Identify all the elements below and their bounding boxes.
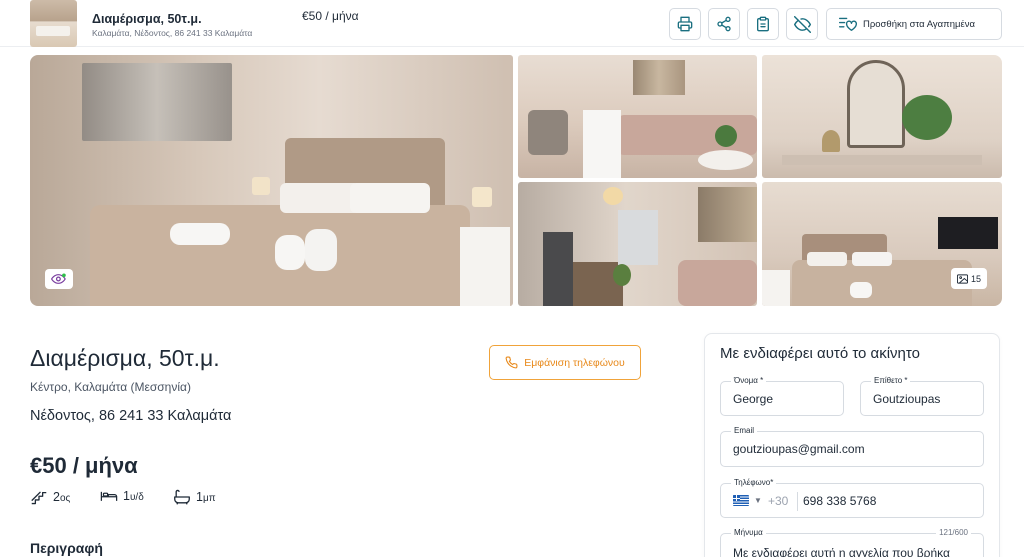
print-icon (677, 16, 693, 32)
bathrooms-value: 1 (196, 490, 203, 504)
bedrooms-unit: υ/δ (129, 492, 144, 503)
main-photo-bedroom[interactable] (30, 55, 513, 306)
email-field[interactable]: Email goutzioupas@gmail.com (720, 426, 984, 467)
favorites-label: Προσθήκη στα Αγαπημένα (863, 18, 975, 30)
stairs-icon (31, 491, 47, 505)
show-phone-label: Εμφάνιση τηλεφώνου (524, 356, 625, 369)
email-label: Email (731, 426, 758, 435)
clipboard-icon (757, 16, 769, 32)
dial-code: +30 (768, 494, 789, 508)
bathrooms-feature: 1μπ (173, 489, 216, 505)
phone-value[interactable]: 698 338 5768 (803, 494, 876, 508)
heart-list-icon (839, 17, 857, 31)
contact-heading: Με ενδιαφέρει αυτό το ακίνητο (720, 345, 920, 362)
phone-label: Τηλέφωνο* (731, 478, 777, 487)
last-name-value[interactable]: Goutzioupas (873, 392, 940, 406)
floor-value: 2 (53, 490, 60, 504)
eye-icon (51, 273, 66, 284)
chevron-down-icon[interactable]: ▼ (754, 496, 762, 505)
bathtub-icon (174, 489, 190, 505)
header-subtitle: Καλαμάτα, Νέδοντος, 86 241 33 Καλαμάτα (92, 28, 253, 38)
first-name-field[interactable]: Όνομα * George (720, 376, 844, 416)
bedrooms-feature: 1υ/δ (100, 489, 144, 503)
show-phone-button[interactable]: Εμφάνιση τηλεφώνου (489, 345, 641, 380)
listing-address: Νέδοντος, 86 241 33 Καλαμάτα (30, 408, 232, 424)
description-heading: Περιγραφή (30, 540, 103, 556)
listing-location: Κέντρο, Καλαμάτα (Μεσσηνία) (30, 380, 191, 394)
sticky-header: Διαμέρισμα, 50τ.μ. Καλαμάτα, Νέδοντος, 8… (0, 0, 1024, 47)
message-field[interactable]: Μήνυμα 121/600 Με ενδιαφέρει αυτή η αγγε… (720, 528, 984, 557)
viewed-badge[interactable] (45, 269, 73, 289)
listing-thumbnail[interactable] (30, 0, 77, 47)
greece-flag-icon[interactable] (733, 495, 749, 506)
message-label: Μήνυμα (731, 528, 766, 537)
floor-unit: ος (59, 493, 71, 504)
header-title: Διαμέρισμα, 50τ.μ. (92, 12, 202, 26)
header-price: €50 / μήνα (302, 9, 359, 23)
notes-button[interactable] (747, 8, 779, 40)
phone-field[interactable]: Τηλέφωνο* ▼ +30 698 338 5768 (720, 478, 984, 518)
share-icon (717, 16, 731, 32)
photo-living-room[interactable] (518, 55, 757, 178)
bedrooms-value: 1 (123, 489, 130, 503)
message-counter: 121/600 (936, 528, 971, 537)
listing-price: €50 / μήνα (30, 453, 138, 478)
bathrooms-unit: μπ (202, 493, 216, 504)
hide-listing-button[interactable] (786, 8, 818, 40)
floor-feature: 2ος (30, 489, 70, 505)
eye-off-icon (793, 15, 811, 33)
phone-icon (505, 356, 518, 369)
share-button[interactable] (708, 8, 740, 40)
first-name-value[interactable]: George (733, 392, 773, 406)
photo-kitchen[interactable] (518, 182, 757, 306)
bed-icon (100, 491, 118, 501)
phone-divider (797, 492, 798, 511)
last-name-label: Επίθετο * (871, 376, 911, 385)
photo-mirror-console[interactable] (762, 55, 1002, 178)
listing-title: Διαμέρισμα, 50τ.μ. (30, 345, 220, 371)
email-value[interactable]: goutzioupas@gmail.com (733, 442, 865, 456)
last-name-field[interactable]: Επίθετο * Goutzioupas (860, 376, 984, 416)
photo-count: 15 (970, 273, 981, 284)
first-name-label: Όνομα * (731, 376, 767, 385)
print-button[interactable] (669, 8, 701, 40)
add-to-favorites-button[interactable]: Προσθήκη στα Αγαπημένα (826, 8, 1002, 40)
images-icon (956, 273, 968, 284)
message-value[interactable]: Με ενδιαφέρει αυτή η αγγελία που βρήκα (733, 546, 950, 557)
photo-count-button[interactable]: 15 (951, 268, 987, 289)
